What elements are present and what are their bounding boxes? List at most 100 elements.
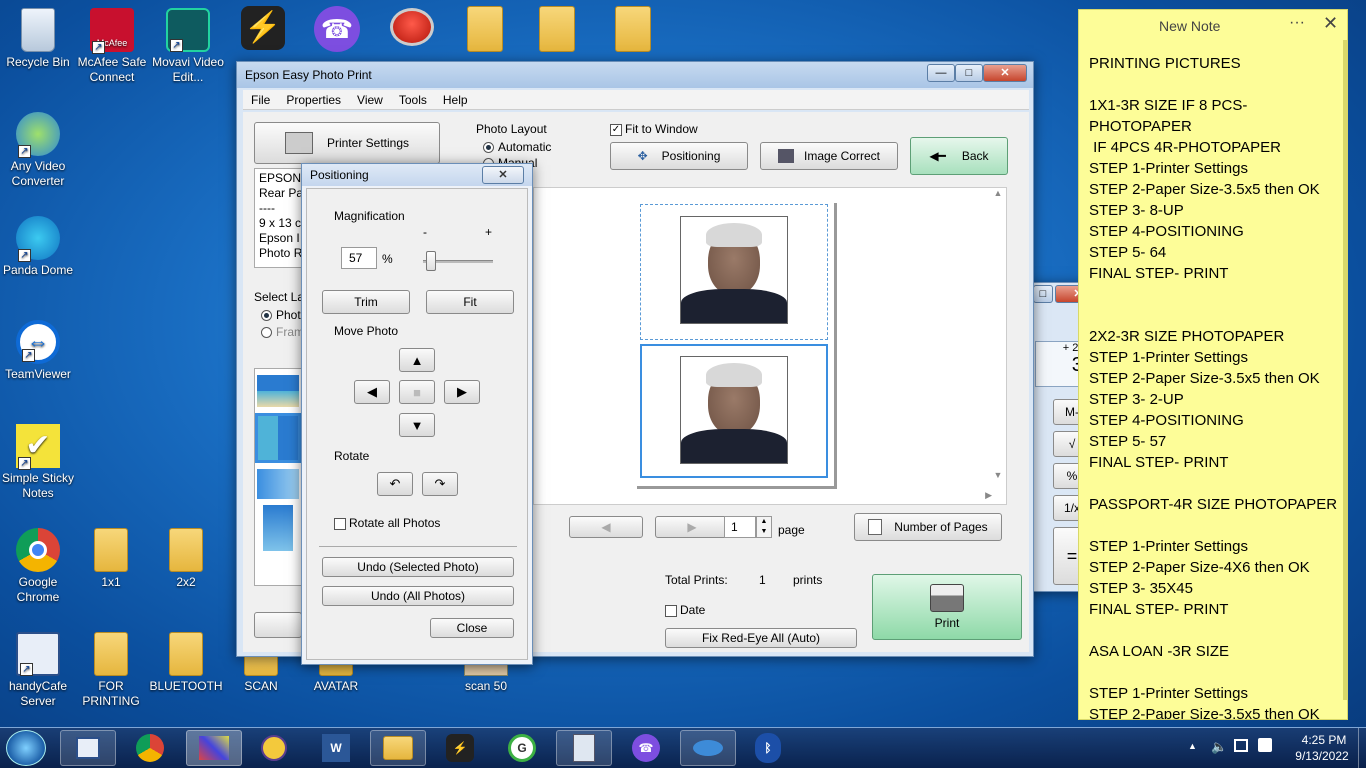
close-button[interactable]: ✕ xyxy=(482,166,524,184)
sticky-note-body[interactable]: PRINTING PICTURES 1X1-3R SIZE IF 8 PCS- P… xyxy=(1089,53,1344,719)
horizontal-scrollbar[interactable]: ▶ xyxy=(534,490,992,504)
folder-icon[interactable] xyxy=(606,6,660,60)
number-of-pages-button[interactable]: Number of Pages xyxy=(854,513,1002,541)
desktop-icon-movavi[interactable]: ↗ Movavi Video Edit... xyxy=(150,8,226,85)
desktop-icon-folder-2x2[interactable]: 2x2 xyxy=(148,528,224,590)
thumbnail-item[interactable] xyxy=(263,505,293,551)
volume-icon[interactable]: 🔈 xyxy=(1211,739,1227,755)
clock-time[interactable]: 4:25 PM xyxy=(1294,733,1354,747)
move-up-button[interactable]: ▲ xyxy=(399,348,435,372)
viber-icon[interactable]: ☎ xyxy=(310,6,364,60)
rotate-all-checkbox[interactable]: Rotate all Photos xyxy=(334,516,440,530)
positioning-button[interactable]: ✥ Positioning xyxy=(610,142,748,170)
sticky-scrollbar[interactable] xyxy=(1343,40,1347,700)
preview-area[interactable]: ▲ ▼ ▶ xyxy=(533,187,1007,505)
desktop-icon-handycafe-server[interactable]: ↗ handyCafe Server xyxy=(0,632,76,709)
desktop-icon-google-chrome[interactable]: Google Chrome xyxy=(0,528,76,605)
green-app-icon[interactable]: ⚡ xyxy=(236,6,290,60)
desktop-icon-any-video-converter[interactable]: ↗ Any Video Converter xyxy=(0,112,76,189)
desktop-icon-teamviewer[interactable]: ⇔ ↗ TeamViewer xyxy=(0,320,76,382)
taskbar-calculator-icon[interactable] xyxy=(556,730,612,766)
red-button-icon[interactable] xyxy=(385,8,439,62)
prev-page-button[interactable]: ◀ xyxy=(569,516,643,538)
vertical-scrollbar[interactable]: ▲ ▼ xyxy=(990,188,1006,488)
move-down-button[interactable]: ▼ xyxy=(399,413,435,437)
back-button[interactable]: ◀━ Back xyxy=(910,137,1008,175)
taskbar-explorer-icon[interactable] xyxy=(370,730,426,766)
sticky-note-line: STEP 4-POSITIONING xyxy=(1089,223,1244,240)
taskbar-handycafe-icon[interactable] xyxy=(60,730,116,766)
bottom-left-button[interactable] xyxy=(254,612,302,638)
magnification-slider-thumb[interactable] xyxy=(426,251,436,271)
menu-file[interactable]: File xyxy=(243,93,278,107)
tray-expand-icon[interactable]: ▲ xyxy=(1188,741,1197,751)
close-button[interactable]: ✕ xyxy=(983,64,1027,82)
show-desktop-button[interactable] xyxy=(1358,728,1366,768)
menu-help[interactable]: Help xyxy=(435,93,476,107)
move-left-button[interactable]: ◀ xyxy=(354,380,390,404)
rotate-left-button[interactable]: ↶ xyxy=(377,472,413,496)
sticky-note-window[interactable]: New Note ··· ✕ PRINTING PICTURES 1X1-3R … xyxy=(1078,9,1348,720)
prints-label: prints xyxy=(793,573,823,587)
sticky-title: New Note xyxy=(1159,18,1221,34)
more-options-icon[interactable]: ··· xyxy=(1289,14,1305,32)
menu-tools[interactable]: Tools xyxy=(391,93,435,107)
printer-settings-button[interactable]: Printer Settings xyxy=(254,122,440,164)
thumbnail-item[interactable] xyxy=(257,469,299,499)
print-button[interactable]: Print xyxy=(872,574,1022,640)
trim-button[interactable]: Trim xyxy=(322,290,410,314)
desktop-icon-bluetooth[interactable]: BLUETOOTH xyxy=(148,632,224,694)
network-icon[interactable] xyxy=(1234,739,1248,752)
page-number-input[interactable]: 1 xyxy=(724,516,756,538)
rotate-right-button[interactable]: ↷ xyxy=(422,472,458,496)
date-checkbox[interactable]: Date xyxy=(665,603,705,617)
taskbar-viber-icon[interactable]: ☎ xyxy=(618,730,674,766)
taskbar-chrome-icon[interactable] xyxy=(122,730,178,766)
close-dialog-button[interactable]: Close xyxy=(430,618,514,638)
move-right-button[interactable]: ▶ xyxy=(444,380,480,404)
automatic-radio[interactable]: Automatic xyxy=(483,140,551,154)
taskbar-g-app-icon[interactable]: G xyxy=(494,730,550,766)
desktop-icon-for-printing[interactable]: FOR PRINTING xyxy=(73,632,149,709)
fit-button[interactable]: Fit xyxy=(426,290,514,314)
thumbnail-list[interactable] xyxy=(254,368,302,586)
taskbar-bluetooth-icon[interactable]: ᛒ xyxy=(740,730,796,766)
taskbar-settings-icon[interactable] xyxy=(246,730,302,766)
maximize-button[interactable]: □ xyxy=(955,64,983,82)
desktop-icon-simple-sticky-notes[interactable]: ✔ ↗ Simple Sticky Notes xyxy=(0,424,76,501)
desktop-icon-recycle-bin[interactable]: Recycle Bin xyxy=(0,8,76,70)
photo-layout-label: Photo Layout xyxy=(476,122,547,136)
desktop-icon-folder-1x1[interactable]: 1x1 xyxy=(73,528,149,590)
folder-icon[interactable] xyxy=(530,6,584,60)
thumbnail-item[interactable] xyxy=(255,413,301,463)
desktop-icon-mcafee[interactable]: McAfee ↗ McAfee Safe Connect xyxy=(74,8,150,85)
sticky-note-line: STEP 3- 2-UP xyxy=(1089,391,1184,408)
minimize-button[interactable]: — xyxy=(927,64,955,82)
action-center-icon[interactable] xyxy=(1258,738,1272,752)
menu-view[interactable]: View xyxy=(349,93,391,107)
start-button[interactable] xyxy=(6,730,46,766)
taskbar-word-icon[interactable]: W xyxy=(308,730,364,766)
image-correct-button[interactable]: Image Correct xyxy=(760,142,898,170)
desktop-icon-panda-dome[interactable]: ↗ Panda Dome xyxy=(0,216,76,278)
clock-date[interactable]: 9/13/2022 xyxy=(1286,749,1358,763)
folder-icon[interactable] xyxy=(458,6,512,60)
undo-selected-button[interactable]: Undo (Selected Photo) xyxy=(322,557,514,577)
menu-properties[interactable]: Properties xyxy=(278,93,349,107)
fit-to-window-checkbox[interactable]: ✓ Fit to Window xyxy=(610,122,698,136)
thumbnail-item[interactable] xyxy=(257,375,299,407)
taskbar-fish-app-icon[interactable] xyxy=(680,730,736,766)
next-page-button[interactable]: ▶ xyxy=(655,516,729,538)
zoom-minus-label: - xyxy=(423,225,427,239)
magnification-input[interactable]: 57 xyxy=(341,247,377,269)
undo-all-button[interactable]: Undo (All Photos) xyxy=(322,586,514,606)
close-icon[interactable]: ✕ xyxy=(1323,13,1338,34)
taskbar-epson-icon[interactable] xyxy=(186,730,242,766)
taskbar-green-app-icon[interactable]: ⚡ xyxy=(432,730,488,766)
epson-titlebar[interactable]: Epson Easy Photo Print xyxy=(237,62,1033,88)
layout-frame-radio[interactable]: Fram xyxy=(261,325,304,339)
fix-red-eye-button[interactable]: Fix Red-Eye All (Auto) xyxy=(665,628,857,648)
maximize-button[interactable]: □ xyxy=(1033,285,1053,303)
page-spinner[interactable]: ▲ ▼ xyxy=(756,516,772,538)
move-center-button[interactable]: ■ xyxy=(399,380,435,404)
